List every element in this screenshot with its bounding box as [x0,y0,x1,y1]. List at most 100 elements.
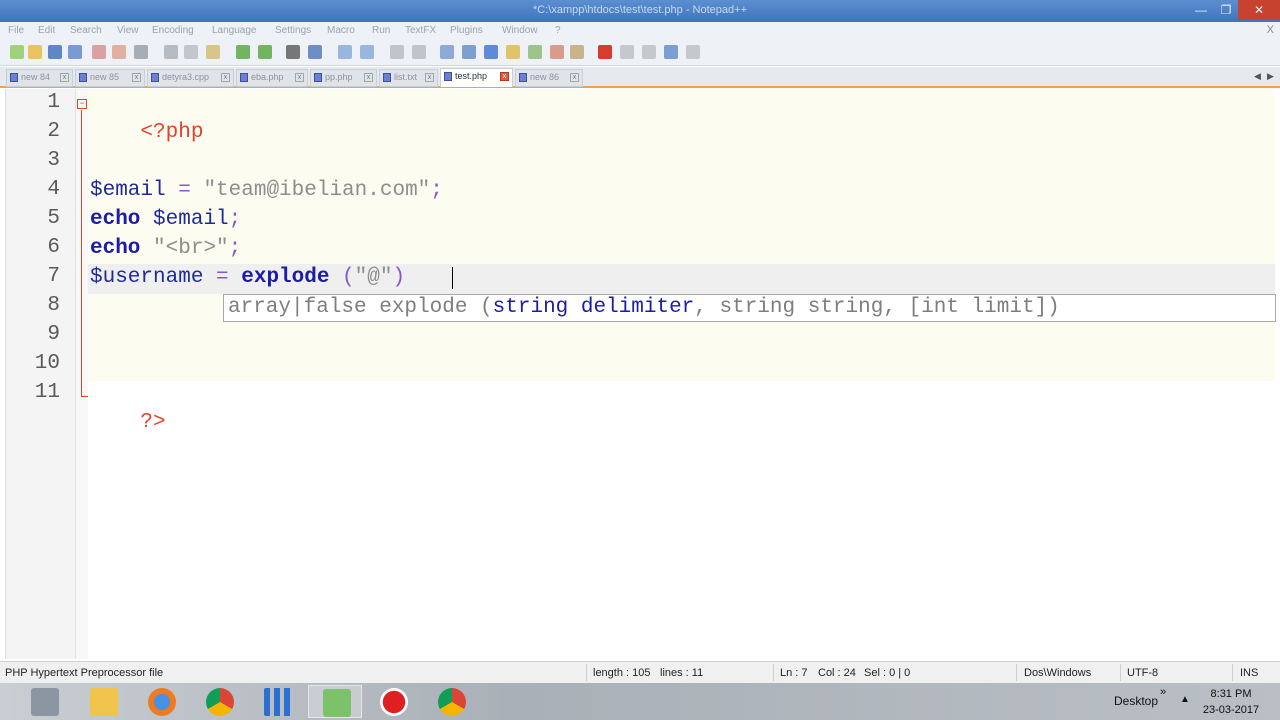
firefox-icon [148,688,176,716]
cut-icon[interactable] [164,45,178,59]
clock-time[interactable]: 8:31 PM [1196,688,1266,700]
taskbar-recycle-bin[interactable] [17,685,71,718]
minimize-button[interactable]: — [1188,0,1214,20]
menu-textfx[interactable]: TextFX [405,25,436,36]
tab-scroll-left-icon[interactable]: ◀ [1254,71,1261,82]
tray-expand-icon[interactable]: ▲ [1180,694,1190,705]
window-title: *C:\xampp\htdocs\test\test.php - Notepad… [532,4,747,16]
menu-plugins[interactable]: Plugins [450,25,483,36]
tab-eba-php[interactable]: eba.php x [236,69,308,87]
show-all-characters-icon[interactable] [462,45,476,59]
redo-icon[interactable] [258,45,272,59]
replace-icon[interactable] [308,45,322,59]
doc-map-icon[interactable] [528,45,542,59]
taskbar-notepadpp[interactable] [308,685,362,718]
save-all-icon[interactable] [68,45,82,59]
tab-new-84[interactable]: new 84 x [6,69,73,87]
tab-pp-php[interactable]: pp.php x [310,69,377,87]
lang-icon[interactable] [506,45,520,59]
taskbar-chrome[interactable] [192,685,246,718]
line-number: 2 [47,120,60,143]
taskbar: Desktop » ▲ 8:31 PM 23-03-2017 [0,683,1280,720]
open-file-icon[interactable] [28,45,42,59]
menu-language[interactable]: Language [212,25,257,36]
find-icon[interactable] [286,45,300,59]
tab-new-85[interactable]: new 85 x [75,69,145,87]
run-macro-multiple-icon[interactable] [664,45,678,59]
menu-window[interactable]: Window [502,25,538,36]
apps-grid-icon [264,688,292,716]
status-selection: Sel : 0 | 0 [864,667,911,679]
tray-desktop-toolbar[interactable]: Desktop [1114,694,1158,708]
tab-close-icon[interactable]: x [364,73,373,82]
line-number: 1 [47,91,60,114]
save-macro-icon[interactable] [686,45,700,59]
tab-close-icon[interactable]: x [221,73,230,82]
file-icon [314,73,322,82]
taskbar-apps[interactable] [250,685,304,718]
tab-detyra3-cpp[interactable]: detyra3.cpp x [147,69,234,87]
new-file-icon[interactable] [10,45,24,59]
sync-vertical-icon[interactable] [390,45,404,59]
tab-close-icon[interactable]: x [60,73,69,82]
paste-icon[interactable] [206,45,220,59]
chevron-right-icon[interactable]: » [1160,686,1166,698]
toolbar [0,40,1280,66]
code-line-6: echo "<br>"; [90,237,242,260]
zoom-out-icon[interactable] [360,45,374,59]
close-icon[interactable] [92,45,106,59]
sync-horizontal-icon[interactable] [412,45,426,59]
print-icon[interactable] [134,45,148,59]
menu-search[interactable]: Search [70,25,102,36]
line-number: 3 [47,149,60,172]
close-all-icon[interactable] [112,45,126,59]
menu-encoding[interactable]: Encoding [152,25,194,36]
taskbar-firefox[interactable] [134,685,188,718]
function-list-icon[interactable] [550,45,564,59]
menu-settings[interactable]: Settings [275,25,311,36]
tab-close-icon[interactable]: x [295,73,304,82]
notepadpp-icon [323,689,351,717]
tab-close-icon[interactable]: x [425,73,434,82]
word-wrap-icon[interactable] [440,45,454,59]
line-number: 8 [47,294,60,317]
indent-guide-icon[interactable] [484,45,498,59]
tab-new-86[interactable]: new 86 x [515,69,583,87]
menu-edit[interactable]: Edit [38,25,55,36]
menu-file[interactable]: File [8,25,24,36]
maximize-button[interactable]: ❐ [1214,0,1238,20]
close-button[interactable]: ✕ [1238,0,1280,20]
folder-workspace-icon[interactable] [570,45,584,59]
status-insert-mode: INS [1240,667,1259,679]
taskbar-recorder[interactable] [366,685,420,718]
status-bar: PHP Hypertext Preprocessor file length :… [0,661,1280,683]
record-macro-icon[interactable] [598,45,612,59]
tab-close-icon[interactable]: x [132,73,141,82]
tab-close-icon[interactable]: x [570,73,579,82]
tab-scroll-right-icon[interactable]: ▶ [1267,71,1274,82]
tab-close-icon[interactable]: x [500,72,509,81]
code-editor[interactable]: 1 2 3 4 5 6 7 8 9 10 11 − <?php $email =… [5,89,1276,659]
play-macro-icon[interactable] [642,45,656,59]
close-document-icon[interactable]: X [1267,24,1274,36]
menu-macro[interactable]: Macro [327,25,355,36]
taskbar-chrome-2[interactable] [424,685,478,718]
tab-list-txt[interactable]: list.txt x [379,69,438,87]
fold-toggle-icon[interactable]: − [77,99,87,109]
text-caret [452,267,453,289]
menu-view[interactable]: View [117,25,139,36]
zoom-in-icon[interactable] [338,45,352,59]
menu-run[interactable]: Run [372,25,390,36]
line-number: 10 [34,352,60,375]
stop-record-icon[interactable] [620,45,634,59]
clock-date[interactable]: 23-03-2017 [1196,704,1266,716]
undo-icon[interactable] [236,45,250,59]
file-icon [79,73,87,82]
menu-help[interactable]: ? [555,25,561,36]
copy-icon[interactable] [184,45,198,59]
taskbar-file-explorer[interactable] [76,685,130,718]
tab-test-php[interactable]: test.php x [440,68,513,87]
chrome-icon [206,688,234,716]
save-icon[interactable] [48,45,62,59]
title-bar: *C:\xampp\htdocs\test\test.php - Notepad… [0,0,1280,22]
